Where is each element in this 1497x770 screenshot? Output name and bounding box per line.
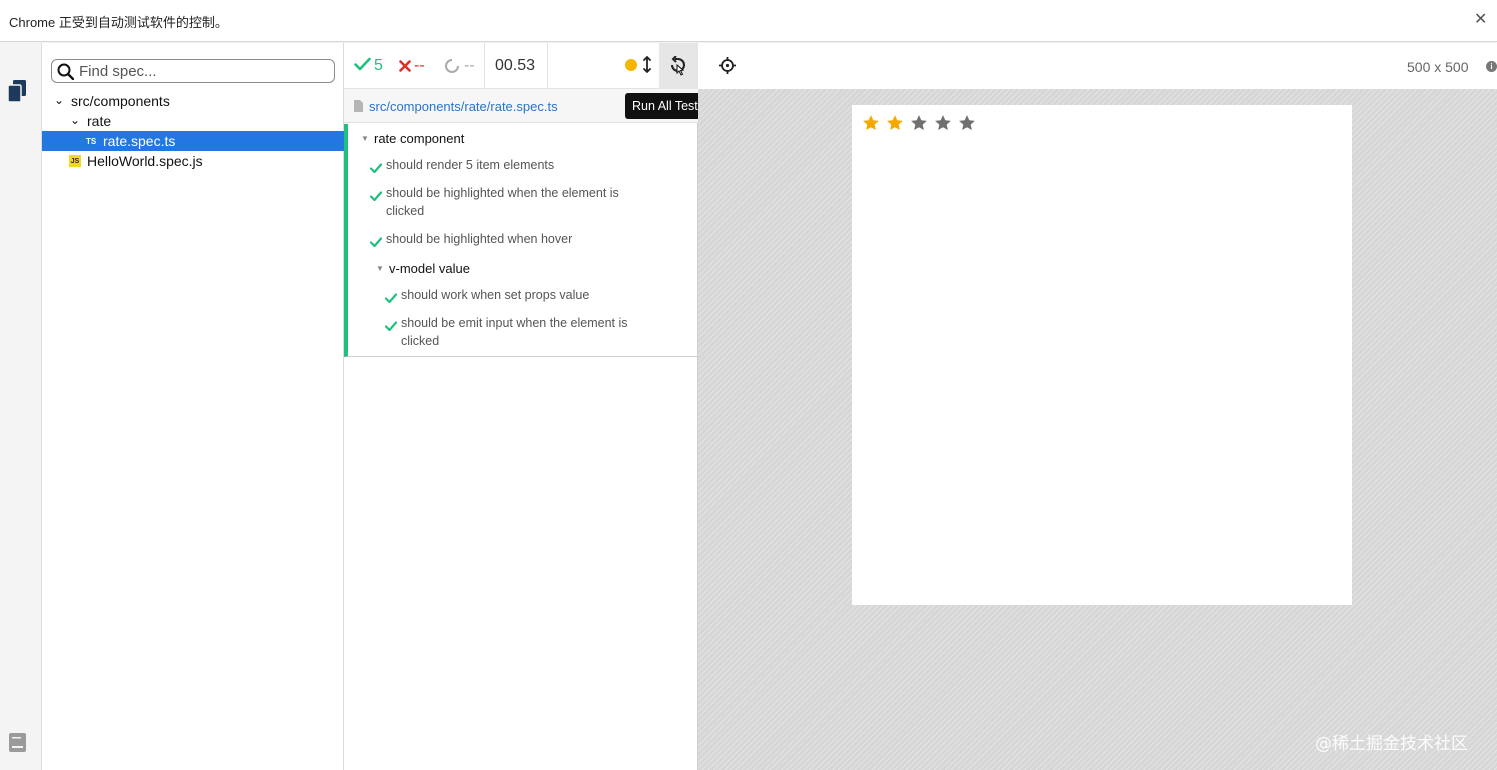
test-item[interactable]: should be emit input when the element is… (401, 314, 651, 350)
side-nav (0, 43, 42, 770)
star-empty-icon[interactable] (910, 114, 928, 132)
file-icon (354, 99, 363, 117)
selector-playground-crosshair-icon[interactable] (719, 57, 736, 79)
pending-spinner-icon (444, 58, 460, 79)
caret-down-icon[interactable]: ▼ (361, 134, 369, 143)
test-item[interactable]: should render 5 item elements (386, 156, 646, 174)
files-icon[interactable] (7, 80, 26, 107)
test-reporter: 5 -- -- 00.53 src/components/rate/rate.s… (344, 43, 698, 770)
star-empty-icon[interactable] (958, 114, 976, 132)
search-input[interactable] (79, 62, 329, 80)
spec-file-path-link[interactable]: src/components/rate/rate.spec.ts (369, 99, 558, 114)
spec-search[interactable] (51, 59, 335, 83)
check-icon (354, 57, 371, 76)
run-duration: 00.53 (495, 57, 536, 74)
typescript-file-icon: TS (86, 137, 97, 146)
search-icon (57, 63, 75, 85)
pending-count: -- (464, 57, 475, 74)
viewport-size: 500 x 500 (1407, 59, 1469, 75)
restart-icon (669, 55, 687, 81)
tree-label: src/components (71, 93, 170, 109)
tree-folder-rate[interactable]: ⌄ rate (42, 111, 344, 131)
chevron-down-icon: ⌄ (54, 93, 65, 107)
passed-count: 5 (374, 57, 383, 74)
test-suite: ▼ rate component should render 5 item el… (344, 124, 698, 357)
info-icon[interactable]: i (1486, 61, 1497, 72)
stats-divider (484, 43, 485, 89)
reporter-stats-bar: 5 -- -- 00.53 (344, 43, 698, 89)
star-empty-icon[interactable] (934, 114, 952, 132)
star-filled-icon[interactable] (886, 114, 904, 132)
tree-label: rate (87, 113, 112, 129)
check-icon (369, 188, 383, 206)
test-item[interactable]: should be highlighted when the element i… (386, 184, 641, 220)
check-icon (369, 234, 383, 252)
failed-count: -- (414, 57, 425, 74)
suite-title[interactable]: rate component (374, 131, 464, 146)
spec-list-panel: ⌄ src/components ⌄ rate TS rate.spec.ts … (42, 43, 344, 770)
preview-header: 500 x 500 i (698, 43, 1497, 89)
automation-infobar: Chrome 正受到自动测试软件的控制。 ✕ (0, 0, 1497, 42)
tree-label: HelloWorld.spec.js (87, 153, 203, 169)
star-filled-icon[interactable] (862, 114, 880, 132)
auto-scroll-icon[interactable] (643, 56, 651, 78)
tree-label: rate.spec.ts (103, 133, 176, 149)
stats-divider (547, 43, 548, 89)
book-icon[interactable] (9, 733, 26, 757)
cross-icon (399, 59, 411, 77)
infobar-message: Chrome 正受到自动测试软件的控制。 (9, 15, 228, 30)
watermark: @稀土掘金技术社区 (1315, 734, 1468, 754)
app-under-test-area (698, 89, 1497, 770)
javascript-file-icon: JS (69, 155, 81, 167)
tree-file-helloworld-spec[interactable]: JS HelloWorld.spec.js (42, 151, 344, 171)
run-all-tests-button[interactable] (659, 43, 698, 89)
status-dot-icon (625, 59, 637, 71)
app-preview-frame (852, 105, 1352, 605)
test-item[interactable]: should work when set props value (401, 286, 671, 304)
close-icon[interactable]: ✕ (1474, 9, 1487, 29)
tooltip-label: Run All Tests (632, 99, 705, 113)
chevron-down-icon: ⌄ (70, 113, 81, 127)
check-icon (369, 160, 383, 178)
check-icon (384, 318, 398, 336)
tree-file-rate-spec[interactable]: TS rate.spec.ts (42, 131, 344, 151)
tree-folder-src-components[interactable]: ⌄ src/components (42, 91, 344, 111)
subsuite-title[interactable]: v-model value (389, 261, 470, 276)
check-icon (384, 290, 398, 308)
caret-down-icon[interactable]: ▼ (376, 264, 384, 273)
test-item[interactable]: should be highlighted when hover (386, 230, 656, 248)
rate-component (862, 114, 982, 137)
